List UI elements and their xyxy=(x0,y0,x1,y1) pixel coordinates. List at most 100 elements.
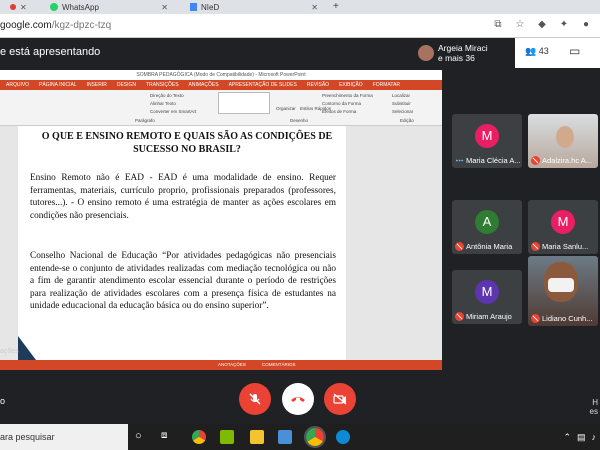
people-button[interactable]: 👥 43 xyxy=(525,46,549,57)
present-now-text[interactable]: Hes xyxy=(590,398,598,416)
extension-icons: ⧉ ☆ ◆ ✦ ● xyxy=(492,19,592,31)
mic-off-icon xyxy=(531,156,540,165)
speaking-indicator-icon xyxy=(455,159,464,162)
browser-tab-recording[interactable]: ✕ xyxy=(4,0,33,14)
mic-off-icon xyxy=(455,242,464,251)
header-actions: 👥 43 ▭ xyxy=(515,38,600,68)
presenter-name: Argeia Miraci e mais 36 xyxy=(438,43,488,63)
slide-paragraph: Conselho Nacional de Educação “Por ativi… xyxy=(30,251,336,312)
menu-item[interactable]: FORMATAR xyxy=(373,80,400,90)
mic-off-icon xyxy=(531,242,540,251)
url-text[interactable]: google.com/kgz-dpzc-tzq xyxy=(0,20,111,31)
participant-tile[interactable]: M Maria Clécia A... xyxy=(452,114,522,168)
menu-item[interactable]: TRANSIÇÕES xyxy=(146,80,179,90)
chat-icon[interactable]: ▭ xyxy=(569,44,580,58)
document-icon xyxy=(190,3,197,11)
menu-item[interactable]: APRESENTAÇÃO DE SLIDES xyxy=(229,80,297,90)
new-tab-button[interactable]: + xyxy=(333,1,339,12)
search-placeholder: ara pesquisar xyxy=(0,432,55,442)
menu-item[interactable]: ANIMAÇÕES xyxy=(189,80,219,90)
close-tab-icon[interactable]: ✕ xyxy=(311,3,318,12)
participant-tile[interactable]: M Miriam Araujo xyxy=(452,270,522,324)
participant-tile[interactable]: Lidiano Cunh... xyxy=(528,256,598,326)
ribbon-group-editing: Edição xyxy=(400,118,414,123)
translate-icon[interactable]: ⧉ xyxy=(492,19,504,31)
file-explorer-icon[interactable] xyxy=(250,430,264,444)
menu-item[interactable]: ARQUIVO xyxy=(6,80,29,90)
leave-call-button[interactable] xyxy=(282,383,314,415)
face-mask xyxy=(548,278,574,292)
side-label: ações xyxy=(0,348,19,355)
menu-item[interactable]: INSERIR xyxy=(87,80,107,90)
chrome-active-icon[interactable] xyxy=(304,426,326,448)
avatar: M xyxy=(475,280,499,304)
ribbon-group-paragraph: Parágrafo xyxy=(135,118,155,123)
ribbon-direction-text[interactable]: Direção do Texto xyxy=(150,93,184,98)
ribbon-arrange[interactable]: Organizar xyxy=(276,106,296,111)
close-tab-icon[interactable]: ✕ xyxy=(161,3,168,12)
slide-decoration xyxy=(18,336,36,360)
menu-item[interactable]: REVISÃO xyxy=(307,80,329,90)
status-notes[interactable]: ANOTAÇÕES xyxy=(218,362,246,367)
task-view-icon[interactable]: ⧈ xyxy=(161,430,167,441)
mic-toggle-button[interactable] xyxy=(239,383,271,415)
participant-video xyxy=(556,126,574,148)
star-icon[interactable]: ☆ xyxy=(514,19,526,31)
taskbar-search[interactable]: ara pesquisar xyxy=(0,424,128,450)
ppt-status-bar: ANOTAÇÕES COMENTÁRIOS xyxy=(0,360,442,370)
slide: O QUE E ENSINO REMOTO E QUAIS SÃO AS CON… xyxy=(18,126,346,360)
app-icon[interactable] xyxy=(220,430,234,444)
chrome-icon[interactable] xyxy=(192,430,206,444)
network-icon[interactable]: ▤ xyxy=(577,432,586,443)
system-tray: ⌃ ▤ ♪ xyxy=(563,432,596,443)
participant-name: Antônia Maria xyxy=(466,242,513,251)
ribbon-convert-smartart[interactable]: Converter em SmartArt xyxy=(150,109,196,114)
edge-icon[interactable] xyxy=(336,430,350,444)
hang-up-icon xyxy=(291,397,305,402)
volume-icon[interactable]: ♪ xyxy=(592,432,597,443)
ppt-ribbon: Direção do Texto Alinhar Texto Converter… xyxy=(0,90,442,126)
meet-controls: o Hes xyxy=(0,372,600,424)
store-icon[interactable] xyxy=(278,430,292,444)
status-comments[interactable]: COMENTÁRIOS xyxy=(262,362,296,367)
profile-icon[interactable]: ● xyxy=(580,19,592,31)
browser-tab-nied[interactable]: NIeD ✕ xyxy=(184,0,324,14)
camera-toggle-button[interactable] xyxy=(324,383,356,415)
shapes-gallery[interactable] xyxy=(218,92,270,114)
participant-tile[interactable]: M Maria Sanlu... xyxy=(528,200,598,254)
ribbon-find[interactable]: Localizar xyxy=(392,93,410,98)
shared-screen: SOMBRA PEDAGÓGICA (Modo de Compatibilida… xyxy=(0,70,442,370)
ribbon-shape-outline[interactable]: Contorno da Forma xyxy=(322,101,361,106)
menu-item[interactable]: PÁGINA INICIAL xyxy=(39,80,77,90)
participant-tile[interactable]: Adalzira.hc A... xyxy=(528,114,598,168)
ribbon-shape-fill[interactable]: Preenchimento da Forma xyxy=(322,93,373,98)
slide-pane: O QUE E ENSINO REMOTO E QUAIS SÃO AS CON… xyxy=(0,126,442,360)
cortana-icon[interactable]: ○ xyxy=(135,430,142,442)
participant-tile[interactable]: A Antônia Maria xyxy=(452,200,522,254)
mic-off-icon xyxy=(455,312,464,321)
menu-item[interactable]: EXIBIÇÃO xyxy=(339,80,363,90)
avatar: M xyxy=(475,124,499,148)
extension-icon[interactable]: ◆ xyxy=(536,19,548,31)
ribbon-select[interactable]: Selecionar xyxy=(392,109,413,114)
presenter-chip[interactable]: Argeia Miraci e mais 36 xyxy=(418,41,508,65)
participant-name: Adalzira.hc A... xyxy=(542,156,593,165)
meeting-info[interactable]: o xyxy=(0,396,5,406)
participant-name: Lidiano Cunh... xyxy=(542,314,593,323)
participant-name: Miriam Araujo xyxy=(466,312,512,321)
menu-item[interactable]: DESIGN xyxy=(117,80,136,90)
ribbon-shape-effects[interactable]: Efeitos de Forma xyxy=(322,109,356,114)
browser-tab-whatsapp[interactable]: WhatsApp ✕ xyxy=(44,0,174,14)
ribbon-replace[interactable]: Substituir xyxy=(392,101,411,106)
mic-off-icon xyxy=(531,314,540,323)
ribbon-align-text[interactable]: Alinhar Texto xyxy=(150,101,176,106)
close-tab-icon[interactable]: ✕ xyxy=(20,3,27,12)
presenting-text: e está apresentando xyxy=(0,46,101,58)
tab-label: WhatsApp xyxy=(62,2,99,12)
chevron-up-icon[interactable]: ⌃ xyxy=(563,432,571,443)
camera-off-icon xyxy=(333,393,347,405)
puzzle-icon[interactable]: ✦ xyxy=(558,19,570,31)
slide-paragraph: Ensino Remoto não é EAD - EAD é uma moda… xyxy=(30,173,336,221)
ppt-window-title: SOMBRA PEDAGÓGICA (Modo de Compatibilida… xyxy=(0,70,442,80)
address-bar[interactable]: google.com/kgz-dpzc-tzq ⧉ ☆ ◆ ✦ ● xyxy=(0,14,600,38)
